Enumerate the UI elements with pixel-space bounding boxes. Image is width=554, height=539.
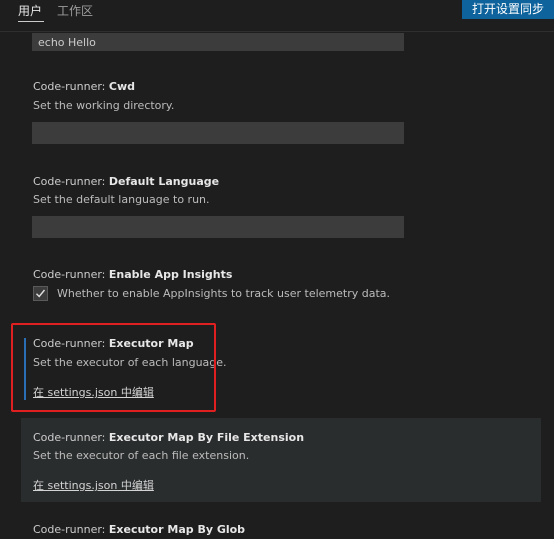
open-settings-sync-button[interactable]: 打开设置同步 [462,0,554,19]
tab-user[interactable]: 用户 [18,3,42,19]
cwd-input[interactable] [32,122,404,144]
settings-header: 用户 工作区 打开设置同步 [0,0,554,32]
setting-description-enable-app-insights: Whether to enable AppInsights to track u… [57,287,391,300]
setting-title-default-language: Code-runner: Default Language [33,175,220,188]
checkmark-icon [36,289,46,298]
setting-title-enable-app-insights: Code-runner: Enable App Insights [33,268,233,281]
focus-indicator-bar [24,338,26,400]
setting-description-default-language: Set the default language to run. [33,193,210,206]
setting-title-cwd: Code-runner: Cwd [33,80,135,93]
previous-setting-input[interactable] [32,33,404,51]
tab-workspace[interactable]: 工作区 [57,3,93,19]
setting-title-executor-map: Code-runner: Executor Map [33,337,194,350]
enable-app-insights-checkbox[interactable] [33,286,48,301]
default-language-input[interactable] [32,216,404,238]
edit-in-settings-json-link[interactable]: 在 settings.json 中编辑 [33,384,154,400]
setting-description-cwd: Set the working directory. [33,99,175,112]
setting-description-executor-map: Set the executor of each language. [33,356,227,369]
setting-title-executor-map-by-file-extension: Code-runner: Executor Map By File Extens… [33,431,305,444]
setting-description-executor-map-by-file-extension: Set the executor of each file extension. [33,449,250,462]
active-tab-indicator [18,21,44,22]
setting-title-executor-map-by-glob: Code-runner: Executor Map By Glob [33,523,246,536]
settings-list[interactable]: Code-runner: Cwd Set the working directo… [0,33,554,539]
edit-in-settings-json-link-file-extension[interactable]: 在 settings.json 中编辑 [33,477,154,493]
